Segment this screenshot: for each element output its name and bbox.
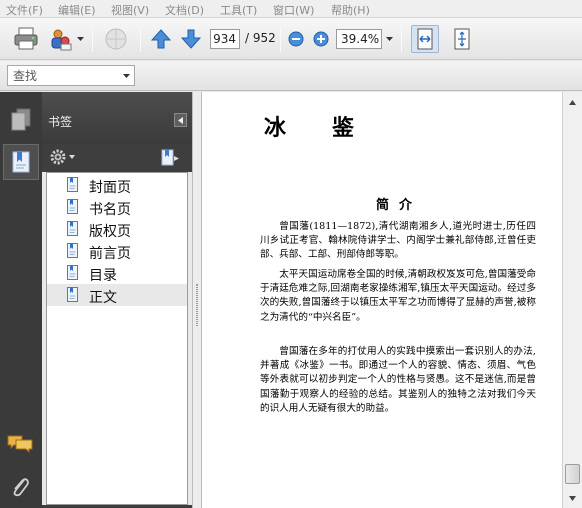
zoom-level-input[interactable]: 39.4% [336, 29, 382, 49]
zoom-out-icon [288, 31, 304, 47]
collapse-panel-button[interactable] [174, 113, 187, 127]
document-page[interactable]: 冰鉴 简介 曾国藩(1811—1872),清代湖南湘乡人,道光时进士,历任四川乡… [202, 92, 562, 508]
menu-help[interactable]: 帮助(H) [331, 2, 370, 18]
chevron-down-icon [69, 155, 75, 159]
bookmark-label: 封面页 [89, 180, 131, 196]
bookmark-label: 书名页 [89, 202, 131, 218]
next-page-button[interactable] [179, 27, 203, 51]
attachments-button[interactable] [6, 472, 34, 500]
globe-icon [105, 28, 127, 50]
gear-icon [50, 149, 66, 165]
collaborate-button[interactable] [48, 25, 74, 53]
comments-icon [7, 435, 33, 454]
paragraph: 曾国藩在多年的打仗用人的实践中摸索出一套识别人的办法,并著成《冰鉴》一书。即通过… [260, 346, 536, 414]
bookmark-icon [67, 265, 78, 280]
menu-bar: 文件(F) 编辑(E) 视图(V) 文档(D) 工具(T) 窗口(W) 帮助(H… [0, 0, 582, 18]
scroll-up-button[interactable] [566, 96, 579, 108]
disabled-tool-button[interactable] [102, 25, 130, 53]
pages-icon [11, 108, 31, 131]
bookmark-label: 目录 [89, 268, 117, 284]
menu-edit[interactable]: 编辑(E) [58, 2, 96, 18]
bookmark-icon [67, 287, 78, 302]
arrow-down-icon [181, 29, 201, 49]
search-input[interactable]: 查找 [7, 65, 135, 86]
printer-icon [14, 27, 38, 50]
panel-title: 书签 [48, 115, 73, 129]
bookmark-icon [67, 199, 78, 214]
bookmark-label: 版权页 [89, 224, 131, 240]
zoom-level-value: 39.4% [341, 32, 380, 46]
bookmark-icon [67, 221, 78, 236]
fit-width-button[interactable] [411, 25, 439, 53]
chevron-left-icon [178, 116, 183, 124]
menu-view[interactable]: 视图(V) [111, 2, 149, 18]
paragraph: 太平天国运动席卷全国的时候,清朝政权岌岌可危,曾国藩受命于清廷危难之际,回湖南老… [260, 269, 536, 323]
bookmarks-list: 封面页书名页版权页前言页目录正文 [46, 172, 188, 505]
bookmark-item[interactable]: 正文 [47, 284, 187, 306]
fit-page-icon [454, 28, 470, 50]
page-total: / 952 [245, 31, 276, 45]
options-menu-button[interactable] [48, 147, 76, 167]
bookmark-item[interactable]: 书名页 [47, 196, 187, 218]
scroll-thumb[interactable] [565, 464, 580, 484]
paragraph: 曾国藩(1811—1872),清代湖南湘乡人,道光时进士,历任四川乡试正考官、翰… [260, 221, 536, 261]
bookmark-label: 前言页 [89, 246, 131, 262]
search-toolbar: 查找 [0, 61, 582, 91]
bookmark-item[interactable]: 封面页 [47, 174, 187, 196]
panel-splitter[interactable] [192, 92, 202, 508]
page-number-input[interactable]: 934 [210, 29, 240, 49]
chevron-down-icon [569, 495, 576, 501]
vertical-scrollbar[interactable] [562, 92, 582, 508]
collaborate-dropdown[interactable] [75, 32, 85, 46]
previous-page-button[interactable] [149, 27, 173, 51]
bookmark-item[interactable]: 版权页 [47, 218, 187, 240]
bookmark-expand-icon [161, 149, 179, 166]
bookmarks-panel-button[interactable] [3, 144, 39, 180]
bookmark-label: 正文 [89, 290, 117, 306]
bookmark-icon [12, 151, 30, 173]
menu-file[interactable]: 文件(F) [6, 2, 43, 18]
chevron-down-icon[interactable] [123, 74, 130, 79]
pages-panel-button[interactable] [8, 106, 34, 134]
collaborate-icon [51, 29, 72, 51]
fit-width-icon [417, 28, 433, 50]
fit-page-button[interactable] [448, 25, 476, 53]
chevron-down-icon [76, 36, 84, 41]
bookmark-icon [67, 177, 78, 192]
zoom-dropdown[interactable] [384, 32, 394, 46]
search-placeholder: 查找 [13, 69, 38, 83]
book-title: 冰鉴 [264, 115, 401, 141]
menu-window[interactable]: 窗口(W) [273, 2, 314, 18]
bookmark-icon [67, 243, 78, 258]
page-number-value: 934 [213, 32, 236, 46]
zoom-in-icon [313, 31, 329, 47]
scroll-down-button[interactable] [566, 492, 579, 504]
bookmark-item[interactable]: 前言页 [47, 240, 187, 262]
arrow-up-icon [151, 29, 171, 49]
main-toolbar: 934 / 952 39.4% [0, 18, 582, 60]
bookmark-item[interactable]: 目录 [47, 262, 187, 284]
paperclip-icon [13, 478, 29, 497]
zoom-in-button[interactable] [312, 30, 330, 48]
chevron-up-icon [569, 99, 576, 105]
expand-bookmark-button[interactable] [158, 147, 182, 169]
zoom-out-button[interactable] [287, 30, 305, 48]
bookmarks-panel-header: 书签 [42, 92, 192, 144]
comments-button[interactable] [6, 432, 34, 456]
chevron-down-icon [385, 36, 393, 41]
bookmarks-panel-toolbar [42, 144, 192, 172]
menu-tools[interactable]: 工具(T) [220, 2, 257, 18]
section-title: 简介 [376, 198, 423, 213]
menu-document[interactable]: 文档(D) [165, 2, 204, 18]
navigation-strip [0, 92, 42, 508]
print-button[interactable] [12, 25, 40, 53]
